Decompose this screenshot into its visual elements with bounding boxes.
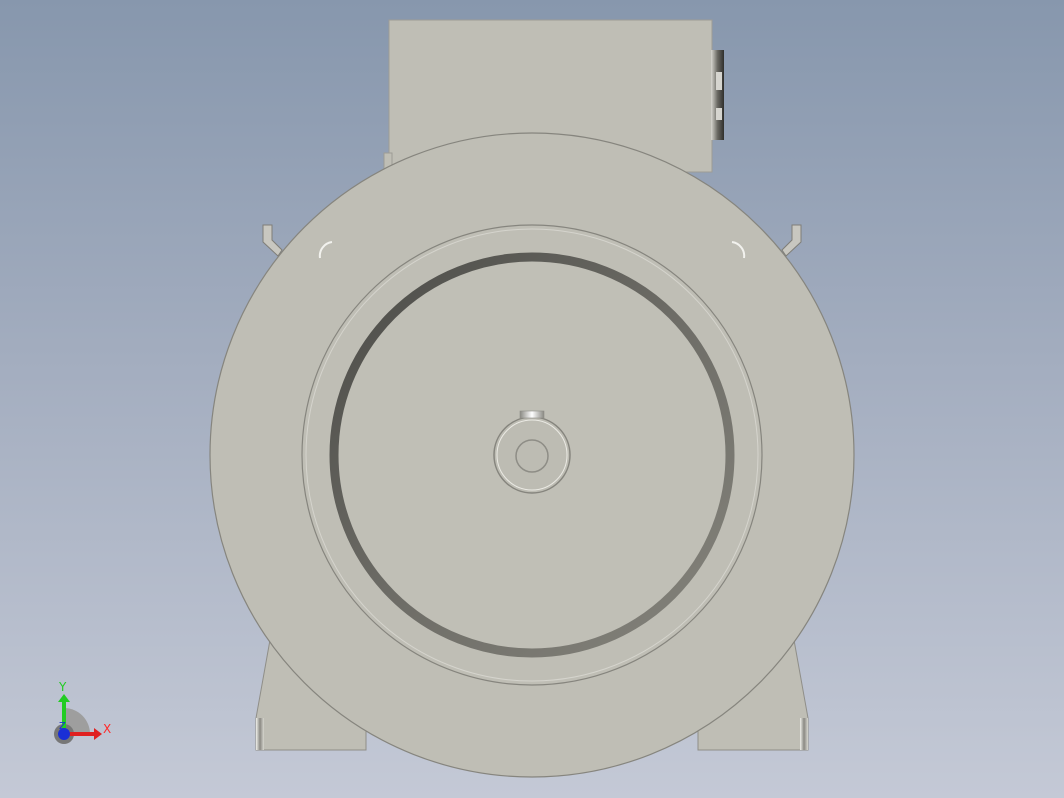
y-axis-label: Y xyxy=(58,680,67,694)
lifting-hook-right[interactable] xyxy=(781,224,802,257)
motor-model-view[interactable] xyxy=(0,0,1064,798)
z-axis-label: Z xyxy=(59,721,66,732)
x-axis-label: X xyxy=(103,722,111,736)
foot-left-bolt-face xyxy=(256,718,264,750)
y-axis-arrowhead xyxy=(58,694,70,702)
3d-viewport[interactable]: X Y Z xyxy=(0,0,1064,798)
orientation-triad[interactable]: X Y Z xyxy=(48,676,120,746)
cable-gland[interactable] xyxy=(711,50,724,140)
shaft-key xyxy=(519,410,545,419)
lifting-hook-left[interactable] xyxy=(262,224,283,257)
x-axis-arrowhead xyxy=(94,728,102,740)
foot-right-bolt-face xyxy=(800,718,808,750)
